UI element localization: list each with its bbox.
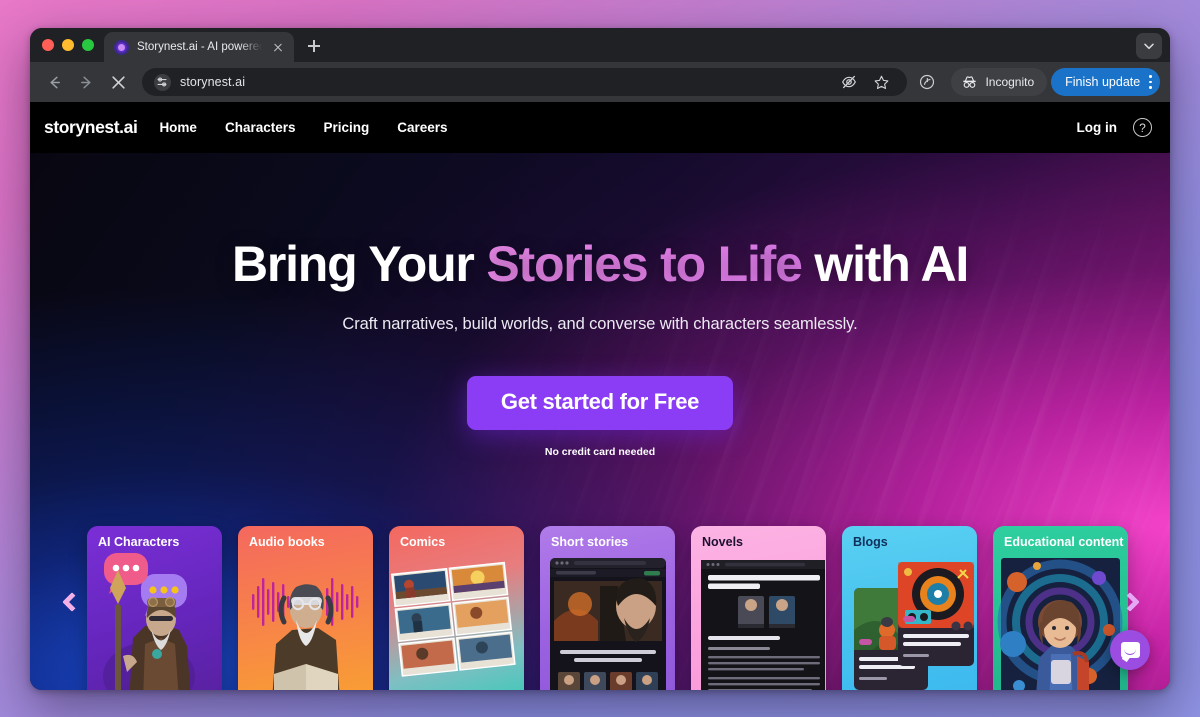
nav-item-characters[interactable]: Characters — [225, 120, 296, 135]
hero-subheadline: Craft narratives, build worlds, and conv… — [342, 315, 858, 333]
browser-tab[interactable]: Storynest.ai - AI powered Inte — [104, 32, 294, 62]
carousel-card-educational-content[interactable]: Educational content — [993, 526, 1128, 690]
novels-reader-illustration — [701, 560, 825, 690]
chat-bubble-icon — [1120, 642, 1140, 658]
card-title-ai-characters: AI Characters — [98, 535, 180, 549]
carousel-card-comics[interactable]: Comics — [389, 526, 524, 690]
card-title-blogs: Blogs — [853, 535, 888, 549]
finish-update-label: Finish update — [1065, 75, 1141, 89]
card-title-audio-books: Audio books — [249, 535, 325, 549]
cta-container: Get started for Free No credit card need… — [30, 376, 1170, 458]
card-title-educational-content: Educational content — [1004, 535, 1124, 549]
extensions-button[interactable] — [917, 72, 937, 92]
card-title-comics: Comics — [400, 535, 446, 549]
card-artwork-comics — [389, 526, 524, 690]
tracking-protection-icon[interactable] — [839, 72, 859, 92]
incognito-indicator[interactable]: Incognito — [951, 68, 1048, 96]
new-tab-icon[interactable] — [300, 32, 328, 60]
card-artwork-novels — [691, 526, 826, 690]
chevron-down-icon — [1144, 43, 1154, 50]
incognito-label: Incognito — [985, 75, 1035, 89]
help-circle-icon[interactable]: ? — [1133, 118, 1152, 137]
page-title: Bring Your Stories to Life with AI — [30, 235, 1170, 293]
carousel-next-button[interactable] — [1118, 588, 1148, 618]
educational-space-illustration — [997, 558, 1123, 690]
short-stories-reader-illustration — [550, 558, 666, 690]
address-bar[interactable]: storynest.ai — [142, 68, 908, 96]
tab-search-button[interactable] — [1136, 33, 1162, 59]
card-title-short-stories: Short stories — [551, 535, 629, 549]
headline-part-2: with AI — [801, 236, 969, 292]
back-button[interactable] — [40, 68, 68, 96]
chevron-left-icon — [62, 591, 82, 612]
bookmark-button[interactable] — [871, 72, 891, 92]
card-artwork-blogs — [842, 526, 977, 690]
arrow-right-icon — [80, 76, 91, 88]
star-icon — [874, 75, 889, 89]
carousel-card-audio-books[interactable]: Audio books — [238, 526, 373, 690]
chevron-right-icon — [1120, 591, 1140, 612]
forward-button[interactable] — [72, 68, 100, 96]
close-window-button[interactable] — [42, 39, 54, 51]
ai-characters-illustration — [103, 553, 195, 690]
arrow-left-icon — [49, 76, 60, 88]
card-artwork-short-stories — [540, 526, 675, 690]
finish-update-button[interactable]: Finish update — [1051, 68, 1160, 96]
card-artwork-educational-content — [993, 526, 1128, 690]
sliders-icon — [157, 77, 167, 86]
carousel-card-ai-characters[interactable]: AI Characters — [87, 526, 222, 690]
close-tab-icon[interactable] — [270, 39, 286, 55]
card-artwork-ai-characters — [87, 526, 222, 690]
url-text: storynest.ai — [180, 75, 246, 89]
blogs-cards-illustration — [854, 562, 974, 690]
carousel-track: AI Characters Audio books Comics Short s… — [87, 526, 1128, 690]
stop-loading-button[interactable] — [104, 68, 132, 96]
no-credit-card-note: No credit card needed — [544, 446, 656, 458]
category-carousel: AI Characters Audio books Comics Short s… — [30, 515, 1170, 690]
carousel-card-novels[interactable]: Novels — [691, 526, 826, 690]
hero-section: Bring Your Stories to Life with AI Craft… — [30, 153, 1170, 458]
tune-icon[interactable] — [154, 73, 171, 91]
tab-strip: Storynest.ai - AI powered Inte — [30, 28, 1170, 62]
minimize-window-button[interactable] — [62, 39, 74, 51]
tab-title: Storynest.ai - AI powered Inte — [137, 41, 262, 53]
audio-books-illustration — [252, 578, 359, 690]
web-page: storynest.ai Home Characters Pricing Car… — [30, 102, 1170, 690]
extension-circle-icon — [920, 74, 935, 90]
carousel-card-blogs[interactable]: Blogs — [842, 526, 977, 690]
login-button[interactable]: Log in — [1077, 120, 1118, 135]
card-title-novels: Novels — [702, 535, 743, 549]
headline-part-1: Bring Your — [231, 236, 487, 292]
headline-accent: Stories to Life — [486, 236, 803, 292]
maximize-window-button[interactable] — [82, 39, 94, 51]
kebab-menu-icon[interactable] — [1147, 75, 1152, 89]
nav-links: Home Characters Pricing Careers — [159, 120, 447, 135]
carousel-prev-button[interactable] — [56, 588, 86, 618]
eye-off-icon — [842, 75, 857, 89]
carousel-card-short-stories[interactable]: Short stories — [540, 526, 675, 690]
close-x-icon — [111, 75, 125, 89]
nav-item-home[interactable]: Home — [159, 120, 197, 135]
chat-widget-button[interactable] — [1110, 630, 1150, 670]
browser-window: Storynest.ai - AI powered Inte — [30, 28, 1170, 690]
get-started-button[interactable]: Get started for Free — [466, 376, 734, 430]
card-artwork-audio-books — [238, 526, 373, 690]
nav-item-pricing[interactable]: Pricing — [324, 120, 370, 135]
nav-item-careers[interactable]: Careers — [397, 120, 447, 135]
comics-grid-illustration — [390, 561, 516, 677]
storynest-favicon-icon — [114, 39, 129, 55]
nav-right-group: Log in ? — [1077, 118, 1152, 137]
window-controls — [38, 28, 104, 62]
site-logo[interactable]: storynest.ai — [44, 117, 138, 138]
browser-toolbar: storynest.ai Incognito Finish update — [30, 62, 1170, 102]
incognito-hat-icon — [963, 76, 977, 88]
site-navbar: storynest.ai Home Characters Pricing Car… — [30, 102, 1170, 153]
